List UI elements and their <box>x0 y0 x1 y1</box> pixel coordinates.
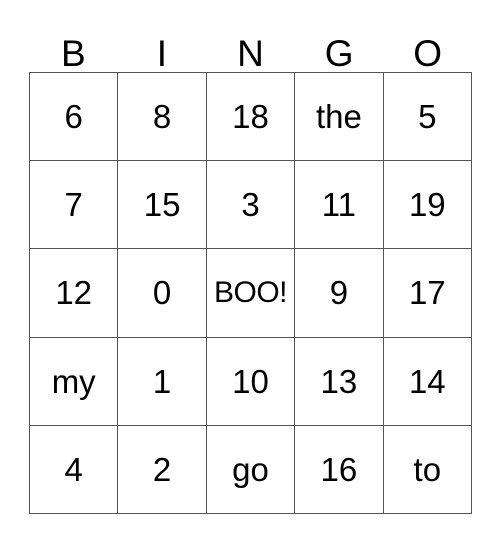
bingo-cell-label: 12 <box>55 274 93 312</box>
bingo-cell-label: 16 <box>320 450 358 488</box>
bingo-cell-label: go <box>232 450 269 488</box>
bingo-grid: 6 8 18 the 5 7 15 3 11 19 12 0 BOO! 9 17… <box>29 72 472 514</box>
bingo-header-letter: O <box>413 33 443 74</box>
bingo-cell[interactable]: 9 <box>295 249 384 338</box>
bingo-cell-label: 9 <box>329 274 349 312</box>
bingo-cell[interactable]: 18 <box>206 73 296 162</box>
bingo-cell[interactable]: 10 <box>206 337 296 426</box>
bingo-cell-label: 2 <box>152 450 172 488</box>
bingo-cell[interactable]: to <box>383 425 472 514</box>
bingo-card: B I N G O 6 8 18 the 5 7 15 3 11 19 12 0… <box>0 0 500 544</box>
bingo-cell-label: 1 <box>152 362 172 400</box>
bingo-cell[interactable]: 2 <box>118 425 207 514</box>
bingo-cell-label: 18 <box>232 98 269 136</box>
bingo-header-letter: B <box>60 33 86 74</box>
bingo-cell[interactable]: 13 <box>295 337 384 426</box>
bingo-header-column-i: I <box>118 18 207 72</box>
bingo-cell[interactable]: 5 <box>383 73 472 162</box>
bingo-cell[interactable]: 19 <box>383 161 472 250</box>
bingo-cell-label: 11 <box>321 186 357 224</box>
bingo-cell-label: 8 <box>152 98 172 136</box>
bingo-header-letter: N <box>237 33 264 74</box>
bingo-cell-label: 5 <box>418 98 437 136</box>
bingo-cell[interactable]: the <box>295 73 384 162</box>
bingo-cell[interactable]: go <box>206 425 296 514</box>
bingo-cell-label: the <box>315 98 362 136</box>
bingo-cell-label: 6 <box>64 98 83 136</box>
bingo-cell[interactable]: 7 <box>30 161 119 250</box>
bingo-free-space-label: BOO! <box>213 275 288 309</box>
bingo-cell[interactable]: my <box>30 337 119 426</box>
bingo-cell[interactable]: 8 <box>118 73 207 162</box>
bingo-cell[interactable]: 11 <box>295 161 384 250</box>
bingo-cell[interactable]: 0 <box>118 249 207 338</box>
bingo-header-row: B I N G O <box>29 18 472 72</box>
bingo-cell-label: 14 <box>408 362 446 400</box>
bingo-header-letter: G <box>324 33 354 74</box>
bingo-header-column-n: N <box>206 18 295 72</box>
bingo-header-column-b: B <box>29 18 118 72</box>
bingo-cell-label: to <box>413 450 442 488</box>
bingo-cell[interactable]: 6 <box>30 73 119 162</box>
bingo-free-space-cell[interactable]: BOO! <box>206 249 296 338</box>
bingo-cell[interactable]: 4 <box>30 425 119 514</box>
bingo-cell[interactable]: 17 <box>383 249 472 338</box>
bingo-cell-label: 0 <box>152 274 172 312</box>
bingo-cell-label: 3 <box>241 186 260 224</box>
bingo-header-column-g: G <box>295 18 384 72</box>
bingo-cell[interactable]: 1 <box>118 337 207 426</box>
bingo-cell-label: 17 <box>408 274 446 312</box>
bingo-cell-label: 19 <box>408 186 446 224</box>
bingo-header-letter: I <box>156 33 168 74</box>
bingo-header-column-o: O <box>383 18 472 72</box>
bingo-cell-label: 4 <box>64 450 83 488</box>
bingo-cell[interactable]: 15 <box>118 161 207 250</box>
bingo-cell-label: 15 <box>143 186 181 224</box>
bingo-cell-label: my <box>51 362 96 400</box>
bingo-cell[interactable]: 16 <box>295 425 384 514</box>
bingo-cell-label: 7 <box>64 186 83 224</box>
bingo-cell[interactable]: 12 <box>30 249 119 338</box>
bingo-cell-label: 13 <box>320 362 358 400</box>
bingo-cell[interactable]: 14 <box>383 337 472 426</box>
bingo-cell-label: 10 <box>232 362 269 400</box>
bingo-cell[interactable]: 3 <box>206 161 296 250</box>
